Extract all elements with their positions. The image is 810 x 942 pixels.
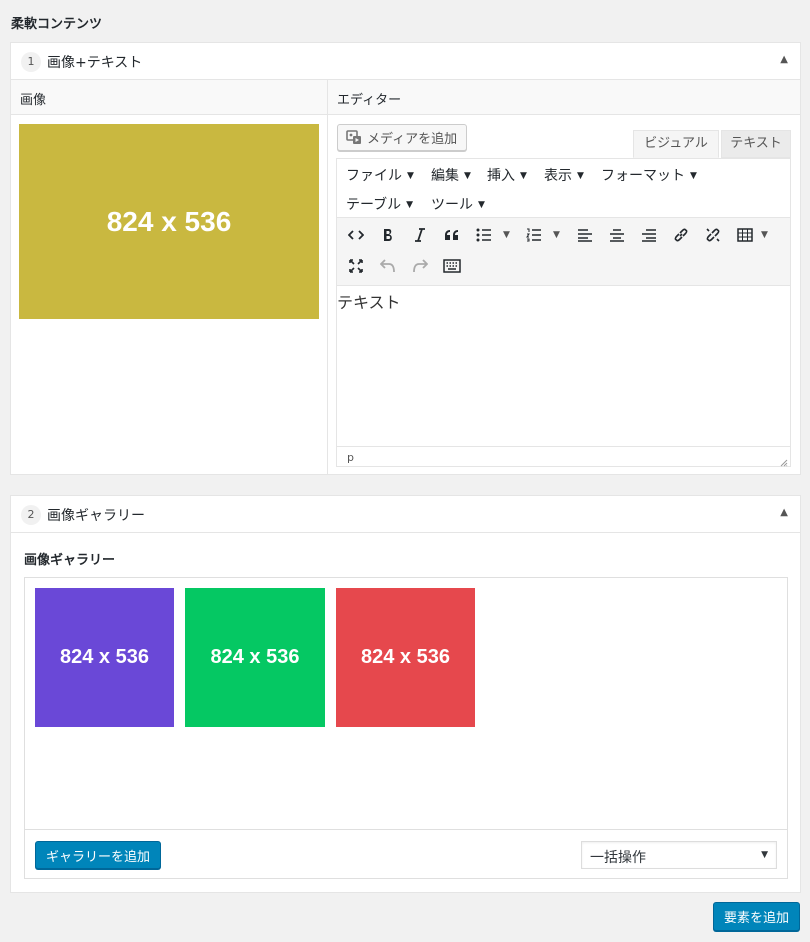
layout-header[interactable]: 2 画像ギャラリー ▲ (11, 496, 800, 533)
menu-table[interactable]: テーブル ▼ (346, 194, 413, 214)
collapse-arrow-icon[interactable]: ▲ (780, 54, 788, 65)
layout-header[interactable]: 1 画像+テキスト ▲ (11, 43, 800, 80)
fullscreen-icon[interactable] (343, 253, 369, 279)
element-path[interactable]: p (347, 451, 354, 464)
image-field-label: 画像 (20, 93, 47, 108)
editor-field-label: エディター (337, 93, 402, 108)
resize-grip-icon[interactable] (780, 456, 788, 467)
tab-visual[interactable]: ビジュアル (633, 130, 719, 158)
menu-edit[interactable]: 編集 ▼ (431, 165, 471, 185)
bulk-action-value: 一括操作 (590, 850, 646, 866)
collapse-arrow-icon[interactable]: ▲ (780, 507, 788, 518)
menu-format[interactable]: フォーマット ▼ (601, 165, 697, 185)
layout-order-badge: 2 (21, 505, 41, 525)
numbered-list-icon[interactable] (521, 222, 547, 248)
code-icon[interactable] (343, 222, 369, 248)
unlink-icon[interactable] (700, 222, 726, 248)
table-caret[interactable]: ▼ (761, 230, 768, 240)
editor-statusbar: p (337, 446, 790, 467)
rich-text-editor: ファイル ▼ 編集 ▼ 挿入 ▼ 表示 ▼ フォーマット ▼ テーブル ▼ ツール ▼ (336, 158, 791, 467)
media-icon (346, 130, 361, 145)
menu-view[interactable]: 表示 ▼ (544, 165, 584, 185)
gallery-field-label: 画像ギャラリー (24, 553, 116, 568)
image-preview[interactable]: 824 x 536 (19, 124, 319, 319)
gallery-image[interactable]: 824 x 536 (185, 588, 325, 727)
redo-icon[interactable] (407, 253, 433, 279)
gallery-box: 824 x 536 824 x 536 824 x 536 ギャラリーを追加 一… (24, 577, 788, 879)
bullet-list-caret[interactable]: ▼ (503, 230, 510, 240)
menu-file[interactable]: ファイル ▼ (346, 165, 414, 185)
editor-toolbar: ▼ ▼ ▼ (337, 218, 790, 286)
field-divider (327, 80, 328, 474)
numbered-list-caret[interactable]: ▼ (553, 230, 560, 240)
image-placeholder-text: 824 x 536 (60, 646, 149, 668)
tab-text[interactable]: テキスト (721, 130, 791, 158)
add-element-button[interactable]: 要素を追加 (713, 902, 800, 931)
align-right-icon[interactable] (636, 222, 662, 248)
bulk-action-select[interactable]: 一括操作 ▼ (581, 841, 777, 869)
layout-title: 画像ギャラリー (47, 508, 145, 524)
page-title: 柔軟コンテンツ (11, 17, 103, 32)
add-gallery-button[interactable]: ギャラリーを追加 (35, 841, 161, 869)
field-label-row: 画像 エディター (11, 80, 800, 115)
menu-tools[interactable]: ツール ▼ (431, 194, 485, 214)
gallery-image[interactable]: 824 x 536 (336, 588, 475, 727)
add-media-button[interactable]: メディアを追加 (337, 124, 467, 151)
layout-block-image-text: 1 画像+テキスト ▲ 画像 エディター 824 x 536 メディアを追加 ビ… (10, 42, 801, 475)
align-left-icon[interactable] (572, 222, 598, 248)
gallery-image[interactable]: 824 x 536 (35, 588, 174, 727)
add-media-label: メディアを追加 (367, 132, 458, 147)
link-icon[interactable] (668, 222, 694, 248)
image-placeholder-text: 824 x 536 (210, 646, 300, 668)
layout-order-badge: 1 (21, 52, 41, 72)
menu-insert[interactable]: 挿入 ▼ (487, 165, 527, 185)
gallery-toolbar: ギャラリーを追加 一括操作 ▼ (25, 829, 787, 878)
align-center-icon[interactable] (604, 222, 630, 248)
editor-content[interactable]: テキスト (337, 289, 790, 444)
bold-icon[interactable] (375, 222, 401, 248)
keyboard-icon[interactable] (439, 253, 465, 279)
chevron-down-icon: ▼ (761, 850, 768, 860)
blockquote-icon[interactable] (439, 222, 465, 248)
italic-icon[interactable] (407, 222, 433, 248)
table-icon[interactable] (732, 222, 758, 248)
image-placeholder-text: 824 x 536 (106, 205, 232, 237)
image-placeholder-text: 824 x 536 (361, 646, 450, 668)
bullet-list-icon[interactable] (471, 222, 497, 248)
editor-menubar: ファイル ▼ 編集 ▼ 挿入 ▼ 表示 ▼ フォーマット ▼ テーブル ▼ ツール ▼ (337, 159, 790, 218)
layout-title: 画像+テキスト (47, 55, 143, 71)
layout-block-gallery: 2 画像ギャラリー ▲ 画像ギャラリー 824 x 536 824 x 536 … (10, 495, 801, 893)
undo-icon[interactable] (375, 253, 401, 279)
